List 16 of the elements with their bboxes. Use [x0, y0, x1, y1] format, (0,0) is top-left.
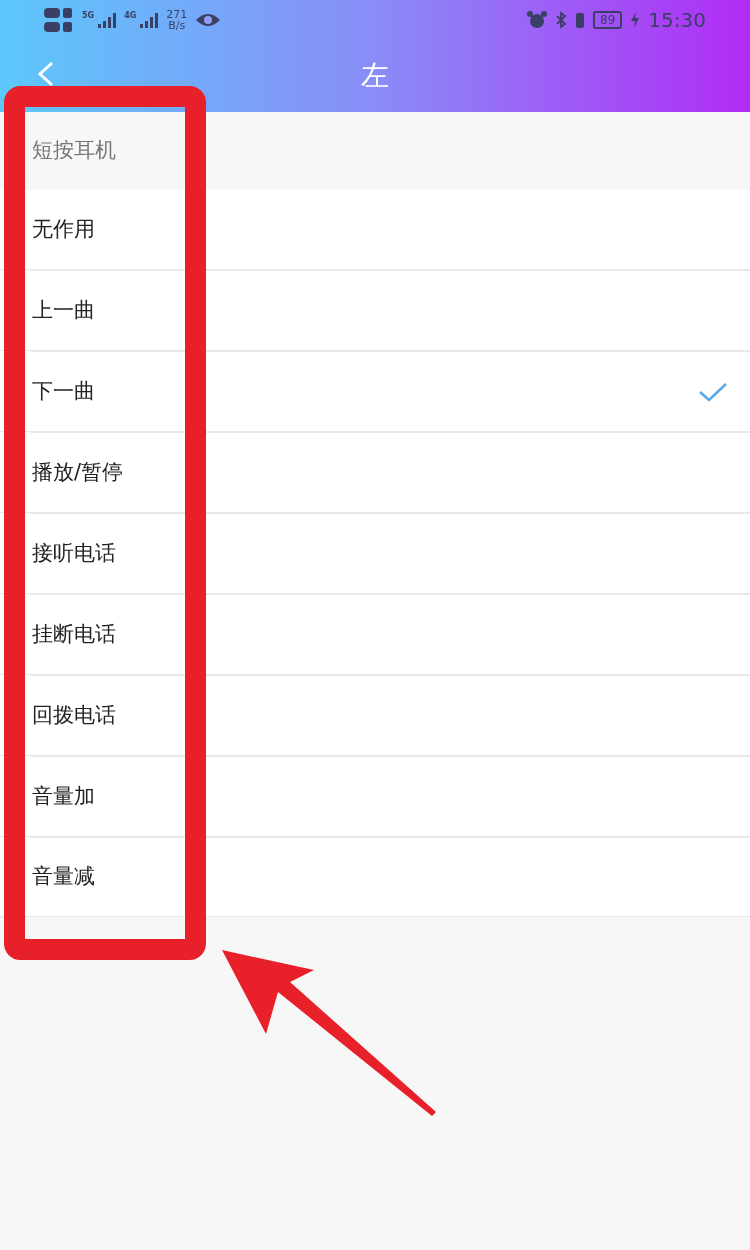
- network-label: 5G: [82, 12, 95, 20]
- network-label: 4G: [124, 12, 137, 20]
- battery-icon: [575, 11, 586, 29]
- battery-level: 89: [593, 11, 623, 29]
- clock: 15:30: [648, 7, 706, 34]
- charging-icon: [630, 12, 641, 28]
- section-title: 短按耳机: [32, 137, 116, 165]
- sim-icon: [44, 7, 74, 33]
- eye-icon: [195, 12, 222, 28]
- network-speed: 271: [166, 9, 188, 20]
- signal-icon: [140, 12, 159, 28]
- alarm-icon: [527, 11, 548, 29]
- network-speed: B/s: [167, 20, 187, 31]
- signal-icon: [98, 12, 117, 28]
- bluetooth-icon: [555, 11, 568, 29]
- page-title: 左: [361, 58, 389, 94]
